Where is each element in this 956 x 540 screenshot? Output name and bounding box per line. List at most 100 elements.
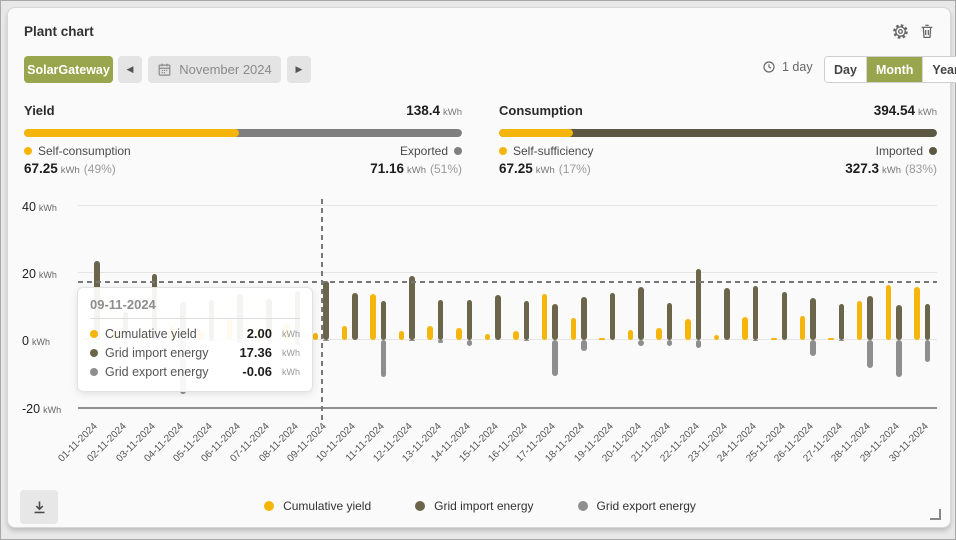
bar-export[interactable] xyxy=(524,340,530,341)
chevron-left-icon: ◀ xyxy=(127,64,134,75)
header-actions xyxy=(891,22,936,40)
self-consumption-value: 67.25kWh(49%) xyxy=(24,161,116,176)
bar-import[interactable] xyxy=(581,297,587,340)
bar-yield[interactable] xyxy=(313,333,319,340)
yellow-dot-icon xyxy=(264,501,274,511)
legend-item-yield[interactable]: Cumulative yield xyxy=(264,499,371,513)
next-period-button[interactable]: ▶ xyxy=(287,56,311,83)
bar-yield[interactable] xyxy=(914,287,920,340)
bar-yield[interactable] xyxy=(513,331,519,340)
bar-yield[interactable] xyxy=(427,326,433,339)
bar-yield[interactable] xyxy=(828,338,834,340)
bar-yield[interactable] xyxy=(571,318,577,339)
bar-export[interactable] xyxy=(323,340,329,341)
bar-export[interactable] xyxy=(896,340,902,377)
bar-export[interactable] xyxy=(638,340,644,347)
bar-import[interactable] xyxy=(896,305,902,340)
consumption-bar-selfsufficiency-segment xyxy=(499,129,573,137)
yield-title: Yield xyxy=(24,103,55,118)
bar-yield[interactable] xyxy=(685,319,691,340)
bar-export[interactable] xyxy=(839,340,845,341)
prev-period-button[interactable]: ◀ xyxy=(118,56,142,83)
bar-export[interactable] xyxy=(581,340,587,351)
self-consumption-label: Self-consumption xyxy=(24,144,131,158)
resize-handle-icon[interactable] xyxy=(930,509,941,520)
bar-export[interactable] xyxy=(696,340,702,348)
olive-dot-icon xyxy=(90,349,98,357)
bar-yield[interactable] xyxy=(656,328,662,340)
tooltip-date: 09-11-2024 xyxy=(90,297,300,312)
bar-export[interactable] xyxy=(438,340,444,343)
crosshair-horizontal-line xyxy=(78,281,937,283)
settings-icon[interactable] xyxy=(891,22,909,40)
tooltip-row-yield: Cumulative yield 2.00kWh xyxy=(90,324,300,343)
bar-import[interactable] xyxy=(839,304,845,339)
consumption-progress-bar xyxy=(499,129,937,137)
bar-yield[interactable] xyxy=(771,338,777,339)
tab-day[interactable]: Day xyxy=(825,57,867,82)
bar-import[interactable] xyxy=(495,295,501,340)
bar-export[interactable] xyxy=(753,340,759,342)
chevron-right-icon: ▶ xyxy=(296,64,303,75)
calendar-icon xyxy=(157,62,172,77)
y-tick-neg20: -20kWh xyxy=(22,400,76,418)
bar-yield[interactable] xyxy=(342,326,348,339)
bar-import[interactable] xyxy=(409,276,415,340)
bar-yield[interactable] xyxy=(857,301,863,340)
bar-import[interactable] xyxy=(753,286,759,340)
tab-year[interactable]: Year xyxy=(923,57,956,82)
bar-import[interactable] xyxy=(323,281,329,339)
bar-import[interactable] xyxy=(467,300,473,340)
bar-yield[interactable] xyxy=(714,335,720,339)
self-sufficiency-value: 67.25kWh(17%) xyxy=(499,161,591,176)
bar-yield[interactable] xyxy=(599,338,605,340)
bar-yield[interactable] xyxy=(542,294,548,340)
bar-export[interactable] xyxy=(867,340,873,369)
bar-import[interactable] xyxy=(552,304,558,339)
yellow-dot-icon xyxy=(499,147,507,155)
bar-import[interactable] xyxy=(810,298,816,340)
bar-import[interactable] xyxy=(524,301,530,339)
bar-import[interactable] xyxy=(925,304,931,340)
yellow-dot-icon xyxy=(90,330,98,338)
page-title: Plant chart xyxy=(24,24,94,39)
delete-icon[interactable] xyxy=(918,22,936,40)
legend-item-import[interactable]: Grid import energy xyxy=(415,499,533,513)
bar-export[interactable] xyxy=(467,340,473,347)
bar-yield[interactable] xyxy=(800,316,806,340)
yellow-dot-icon xyxy=(24,147,32,155)
bar-import[interactable] xyxy=(381,301,387,340)
bar-export[interactable] xyxy=(925,340,931,362)
bar-yield[interactable] xyxy=(456,328,462,340)
bar-import[interactable] xyxy=(610,293,616,340)
range-tabs: Day Month Year xyxy=(824,56,956,83)
bar-yield[interactable] xyxy=(399,331,405,339)
bar-export[interactable] xyxy=(810,340,816,357)
bar-yield[interactable] xyxy=(886,285,892,340)
bar-export[interactable] xyxy=(381,340,387,377)
bar-yield[interactable] xyxy=(628,330,634,339)
bar-import[interactable] xyxy=(638,287,644,340)
bar-export[interactable] xyxy=(552,340,558,376)
bar-yield[interactable] xyxy=(485,334,491,340)
bar-import[interactable] xyxy=(724,288,730,340)
bar-import[interactable] xyxy=(667,303,673,340)
tab-month[interactable]: Month xyxy=(867,57,923,82)
bar-import[interactable] xyxy=(696,269,702,340)
bar-export[interactable] xyxy=(667,340,673,346)
bar-import[interactable] xyxy=(782,292,788,340)
bar-export[interactable] xyxy=(409,340,415,342)
y-tick-20: 20kWh xyxy=(22,265,76,283)
exported-value: 71.16kWh(51%) xyxy=(370,161,462,176)
bar-import[interactable] xyxy=(438,300,444,339)
bar-import[interactable] xyxy=(352,293,358,340)
bar-yield[interactable] xyxy=(370,294,376,340)
gray-dot-icon xyxy=(90,368,98,376)
gateway-button[interactable]: SolarGateway xyxy=(24,56,113,83)
legend-item-export[interactable]: Grid export energy xyxy=(578,499,696,513)
dark-dot-icon xyxy=(929,147,937,155)
bar-yield[interactable] xyxy=(742,317,748,339)
date-picker-button[interactable]: November 2024 xyxy=(148,56,281,83)
plant-chart-card: Plant chart SolarGateway ◀ November 2024… xyxy=(7,7,951,528)
bar-import[interactable] xyxy=(867,296,873,340)
